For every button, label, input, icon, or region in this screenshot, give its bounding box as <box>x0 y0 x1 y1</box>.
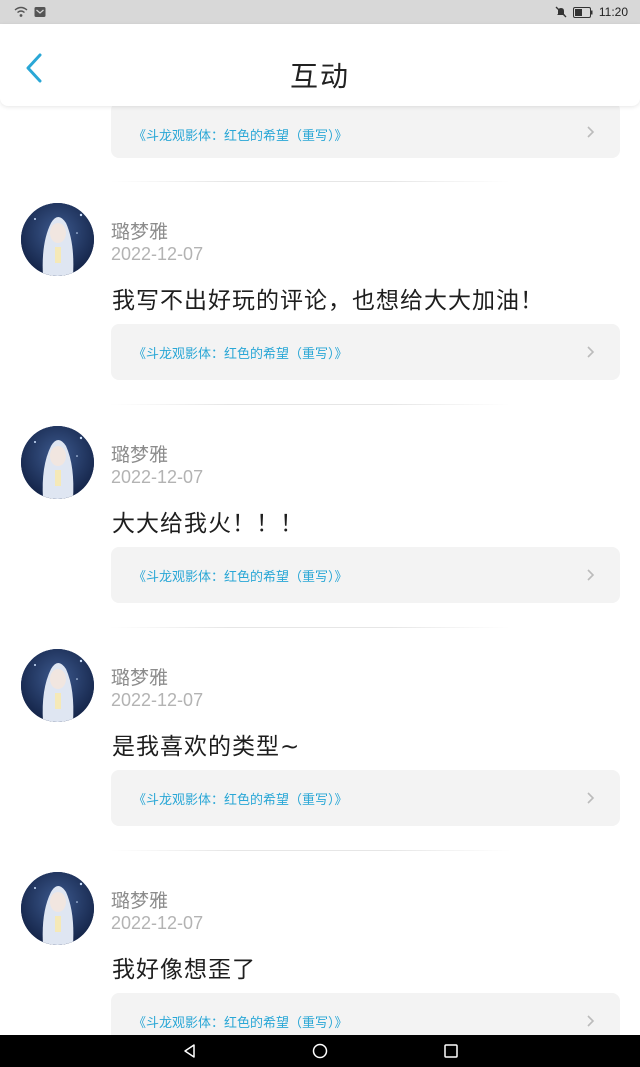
comment-date: 2022-12-07 <box>111 913 204 933</box>
mute-icon <box>555 3 567 22</box>
username[interactable]: 璐梦雅 <box>111 886 168 913</box>
username[interactable]: 璐梦雅 <box>111 663 168 690</box>
avatar[interactable] <box>21 872 94 945</box>
back-triangle-icon[interactable] <box>182 1043 198 1059</box>
wifi-icon <box>14 3 28 22</box>
chevron-right-icon <box>586 1013 596 1029</box>
recents-square-icon[interactable] <box>443 1043 459 1059</box>
chevron-right-icon <box>586 790 596 806</box>
work-link-text: 《斗龙观影体：红色的希望（重写）》 <box>133 570 348 585</box>
work-link-text: 《斗龙观影体：红色的希望（重写）》 <box>133 793 348 808</box>
chevron-right-icon <box>586 344 596 360</box>
comment-item: 璐梦雅 2022-12-07 大大给我火！！！ 《斗龙观影体：红色的希望（重写）… <box>0 404 640 627</box>
page-header: 互动 <box>0 24 640 106</box>
work-link-card[interactable]: 《斗龙观影体：红色的希望（重写）》 <box>111 106 620 158</box>
comment-text: 我好像想歪了 <box>112 957 256 983</box>
divider <box>110 627 510 628</box>
comment-text: 大大给我火！！！ <box>112 511 304 537</box>
comment-text: 我写不出好玩的评论，也想给大大加油！ <box>112 288 544 314</box>
comment-text: 是我喜欢的类型~ <box>112 734 301 760</box>
home-circle-icon[interactable] <box>312 1043 328 1059</box>
comment-date: 2022-12-07 <box>111 467 204 487</box>
username[interactable]: 璐梦雅 <box>111 217 168 244</box>
comment-item: 璐梦雅 2022-12-07 是我喜欢的类型~ 《斗龙观影体：红色的希望（重写）… <box>0 627 640 850</box>
divider <box>110 181 510 182</box>
clock: 11:20 <box>598 5 628 19</box>
comment-feed[interactable]: 《斗龙观影体：红色的希望（重写）》 璐梦雅 2022-12-07 我写不出好玩的… <box>0 106 640 1035</box>
work-link-card[interactable]: 《斗龙观影体：红色的希望（重写）》 <box>111 770 620 826</box>
page-title: 互动 <box>289 60 350 93</box>
avatar[interactable] <box>21 426 94 499</box>
chevron-right-icon <box>586 567 596 583</box>
work-link-text: 《斗龙观影体：红色的希望（重写）》 <box>133 129 348 144</box>
system-nav-bar <box>0 1035 640 1067</box>
work-link-text: 《斗龙观影体：红色的希望（重写）》 <box>133 1016 348 1031</box>
divider <box>110 850 510 851</box>
work-link-card[interactable]: 《斗龙观影体：红色的希望（重写）》 <box>111 547 620 603</box>
battery-icon <box>572 3 593 22</box>
avatar[interactable] <box>21 649 94 722</box>
chevron-right-icon <box>586 124 596 140</box>
divider <box>110 404 510 405</box>
comment-item: 璐梦雅 2022-12-07 我写不出好玩的评论，也想给大大加油！ 《斗龙观影体… <box>0 181 640 404</box>
username[interactable]: 璐梦雅 <box>111 440 168 467</box>
work-link-text: 《斗龙观影体：红色的希望（重写）》 <box>133 347 348 362</box>
status-bar: 11:20 <box>0 0 640 24</box>
comment-date: 2022-12-07 <box>111 690 204 710</box>
work-link-card[interactable]: 《斗龙观影体：红色的希望（重写）》 <box>111 993 620 1035</box>
work-link-card[interactable]: 《斗龙观影体：红色的希望（重写）》 <box>111 324 620 380</box>
notification-icon <box>34 3 46 22</box>
comment-item: 璐梦雅 2022-12-07 我好像想歪了 《斗龙观影体：红色的希望（重写）》 <box>0 850 640 1035</box>
avatar[interactable] <box>21 203 94 276</box>
comment-date: 2022-12-07 <box>111 244 204 264</box>
